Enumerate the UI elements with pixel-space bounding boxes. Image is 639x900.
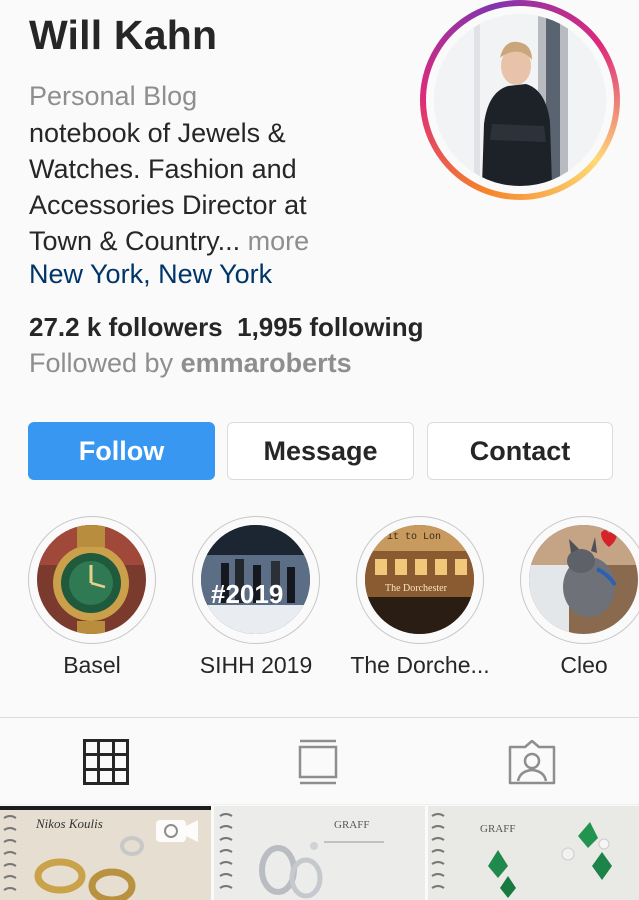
highlight-label: SIHH 2019 xyxy=(199,652,313,678)
bio-line: notebook of Jewels & xyxy=(29,118,286,148)
bio-line: Town & Country... more xyxy=(29,223,359,259)
highlight-cleo[interactable] xyxy=(520,516,639,644)
highlight-sihh-thumb: #2019 xyxy=(201,525,310,634)
grid-divider xyxy=(0,804,639,805)
highlight-basel[interactable] xyxy=(28,516,156,644)
profile-location-link[interactable]: New York, New York xyxy=(29,259,272,290)
highlight-label: Basel xyxy=(63,652,121,678)
post-thumbnail[interactable]: Nikos Koulis xyxy=(0,806,211,900)
highlight-label: The Dorche... xyxy=(350,652,490,678)
profile-name: Will Kahn xyxy=(29,12,218,58)
bio-line-text: Town & Country... xyxy=(29,226,241,256)
bio-line: Accessories Director at xyxy=(29,190,307,220)
follow-button[interactable]: Follow xyxy=(28,422,215,480)
avatar-photo xyxy=(434,14,606,186)
grid-icon[interactable] xyxy=(83,739,129,790)
tabs-divider xyxy=(0,717,639,718)
message-button[interactable]: Message xyxy=(227,422,414,480)
avatar[interactable] xyxy=(420,0,620,200)
contact-button[interactable]: Contact xyxy=(427,422,613,480)
profile-category: Personal Blog xyxy=(29,81,198,111)
highlight-cleo-thumb xyxy=(529,525,638,634)
tagged-icon[interactable] xyxy=(508,739,556,790)
post-note-text: Nikos Koulis xyxy=(35,816,103,831)
post-note-text: GRAFF xyxy=(480,823,515,835)
followed-by-prefix: Followed by xyxy=(29,348,174,378)
post-thumbnail[interactable]: GRAFF xyxy=(214,806,425,900)
dorchester-top-text: it to Lon xyxy=(387,531,441,543)
followed-by-user[interactable]: emmaroberts xyxy=(181,348,352,378)
feed-icon[interactable] xyxy=(298,739,338,790)
following-count[interactable]: 1,995 following xyxy=(237,312,423,342)
post-note-text: GRAFF xyxy=(334,819,369,831)
followers-count[interactable]: 27.2 k followers xyxy=(29,312,223,342)
highlight-dorchester-thumb: it to Lon The Dorchester xyxy=(365,525,474,634)
highlight-sihh-2019[interactable]: #2019 xyxy=(192,516,320,644)
highlight-the-dorchester[interactable]: it to Lon The Dorchester xyxy=(356,516,484,644)
highlight-label: Cleo xyxy=(560,652,608,678)
dorchester-sign-text: The Dorchester xyxy=(385,583,448,594)
sihh-tag-text: #2019 xyxy=(211,579,283,609)
followed-by: Followed by emmaroberts xyxy=(29,348,352,379)
bio-more-link[interactable]: more xyxy=(248,226,310,256)
profile-bio: notebook of Jewels & Watches. Fashion an… xyxy=(29,115,359,259)
highlight-basel-thumb xyxy=(37,525,146,634)
bio-line: Watches. Fashion and xyxy=(29,154,297,184)
post-thumbnail[interactable]: GRAFF xyxy=(428,806,639,900)
profile-stats: 27.2 k followers 1,995 following xyxy=(29,312,423,343)
